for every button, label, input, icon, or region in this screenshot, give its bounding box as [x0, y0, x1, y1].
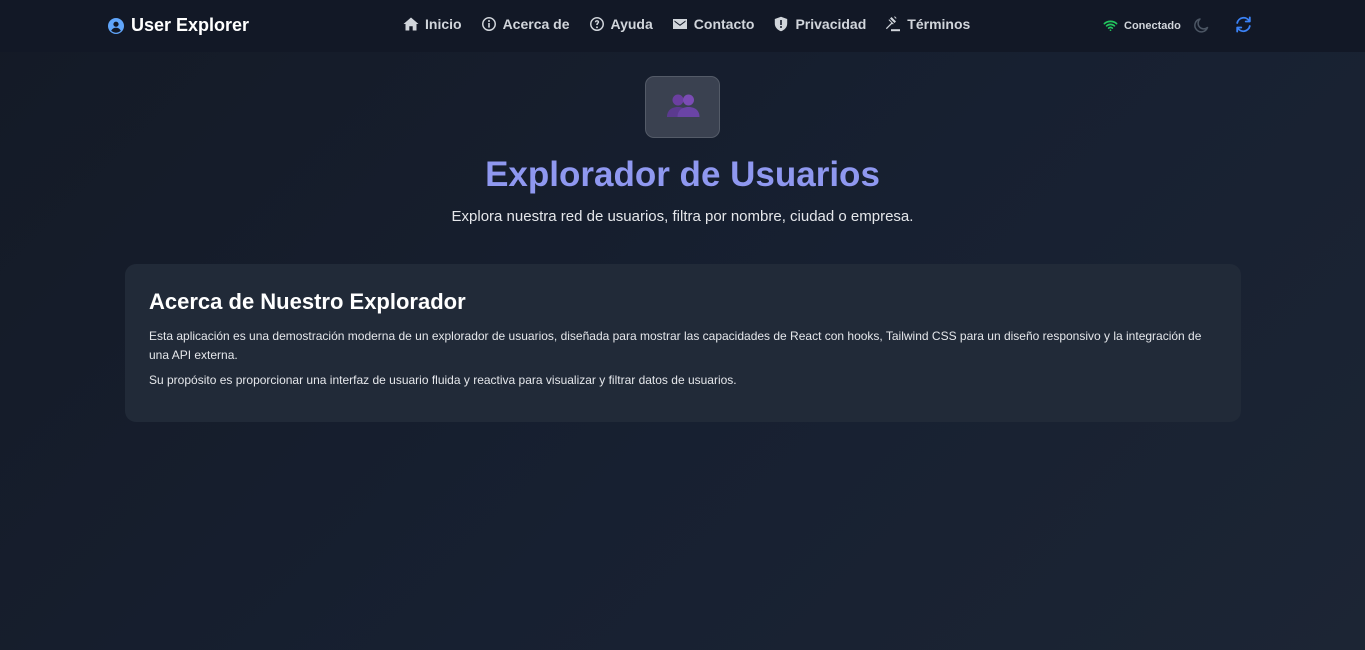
refresh-button[interactable]	[1234, 15, 1253, 34]
refresh-icon	[1236, 16, 1251, 33]
brand-name: User Explorer	[131, 15, 250, 35]
nav-item-terminos[interactable]: Términos	[885, 16, 970, 32]
page-title: Explorador de Usuarios	[485, 155, 880, 194]
connection-status: Conectado	[1103, 18, 1181, 33]
nav-item-label: Ayuda	[610, 16, 653, 32]
nav-item-ayuda[interactable]: Ayuda	[589, 16, 653, 32]
hero-icon-container	[645, 76, 720, 138]
nav-item-label: Contacto	[693, 16, 755, 32]
moon-icon	[1194, 18, 1209, 33]
about-card: Acerca de Nuestro Explorador Esta aplica…	[125, 264, 1241, 422]
nav-item-label: Términos	[907, 16, 971, 32]
about-title: Acerca de Nuestro Explorador	[149, 289, 466, 314]
help-icon	[589, 17, 604, 31]
nav-item-privacidad[interactable]: Privacidad	[773, 16, 866, 32]
nav-item-label: Acerca de	[502, 16, 570, 32]
info-icon	[481, 17, 496, 31]
theme-toggle-button[interactable]	[1193, 16, 1211, 34]
nav-item-acerca-de[interactable]: Acerca de	[481, 16, 570, 32]
home-icon	[403, 17, 419, 31]
brand-logo[interactable]: User Explorer	[108, 15, 249, 36]
main-nav: Inicio Acerca de Ayuda Contacto Privacid…	[403, 16, 970, 32]
top-navbar: User Explorer Inicio Acerca de Ayuda Con…	[0, 0, 1365, 52]
nav-item-contacto[interactable]: Contacto	[672, 16, 755, 32]
gavel-icon	[886, 16, 901, 32]
nav-item-label: Inicio	[425, 16, 462, 32]
users-icon	[666, 94, 699, 117]
wifi-icon	[1103, 20, 1118, 32]
shield-icon	[775, 16, 788, 32]
user-circle-icon	[108, 17, 124, 34]
nav-item-inicio[interactable]: Inicio	[403, 16, 462, 32]
status-label: Conectado	[1124, 19, 1181, 32]
about-paragraph-2: Su propósito es proporcionar una interfa…	[149, 373, 737, 387]
about-paragraph-1: Esta aplicación es una demostración mode…	[149, 329, 1202, 362]
mail-icon	[672, 19, 687, 29]
nav-item-label: Privacidad	[795, 16, 867, 32]
page-subtitle: Explora nuestra red de usuarios, filtra …	[451, 208, 914, 225]
